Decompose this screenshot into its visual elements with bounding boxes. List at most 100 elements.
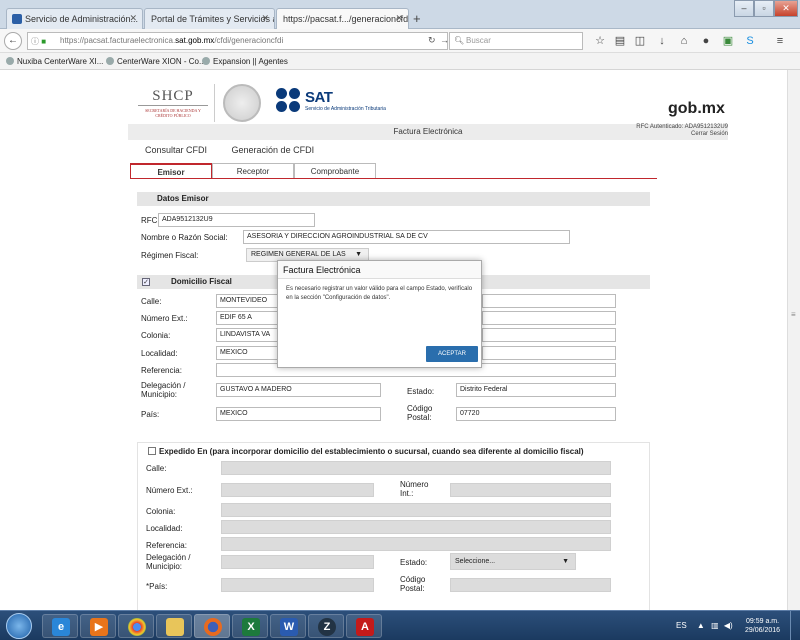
bookmark-nuxiba[interactable]: Nuxiba CenterWare XI... — [6, 53, 103, 70]
taskbar-chrome[interactable] — [118, 614, 154, 638]
new-tab-button[interactable]: + — [413, 11, 421, 26]
logo-divider — [214, 84, 215, 122]
sat-logo-dot — [276, 101, 287, 112]
start-button[interactable] — [6, 613, 32, 639]
cp-field[interactable]: 07720 — [456, 407, 616, 421]
tab-label: Servicio de Administración... — [25, 14, 139, 24]
exp-localidad-field[interactable] — [221, 520, 611, 534]
calle-field[interactable]: MONTEVIDEO — [216, 294, 278, 308]
bookmark-star-icon[interactable]: ☆ — [594, 35, 606, 47]
section-datos-emisor: Datos Emisor — [137, 192, 650, 206]
nombre-field[interactable]: ASESORIA Y DIRECCION AGROINDUSTRIAL SA D… — [243, 230, 570, 244]
exp-numint-field[interactable] — [450, 483, 611, 497]
addon-icon[interactable]: ▣ — [722, 35, 734, 47]
expedido-checkbox[interactable] — [148, 447, 156, 455]
taskbar-firefox[interactable] — [194, 614, 230, 638]
exp-pais-field[interactable] — [221, 578, 374, 592]
tab-receptor[interactable]: Receptor — [212, 163, 294, 179]
tab-emisor[interactable]: Emisor — [130, 163, 212, 179]
taskbar: e ▶ X W Z A ES ▲ ▥ ◀) 09:59 a.m. 29/06/2… — [0, 610, 800, 640]
vertical-scrollbar[interactable]: ≡ — [787, 70, 800, 610]
volume-icon[interactable]: ◀) — [724, 621, 733, 630]
sat-favicon-icon — [12, 14, 22, 24]
address-bar[interactable]: https://pacsat.facturaelectronica.sat.go… — [27, 32, 448, 50]
colonia-field[interactable]: LINDAVISTA VA — [216, 328, 278, 342]
back-button[interactable]: ← — [4, 32, 22, 50]
menu-icon[interactable]: ≡ — [774, 35, 786, 47]
search-input[interactable]: 🔍︎ Buscar — [449, 32, 583, 50]
taskbar-app-z[interactable]: Z — [308, 614, 344, 638]
dropdown-arrow-icon[interactable]: → — [440, 35, 449, 45]
regimen-value: REGIMEN GENERAL DE LAS — [251, 251, 346, 258]
close-tab-icon[interactable]: ✕ — [261, 13, 269, 24]
tab-servicio-administracion[interactable]: Servicio de Administración... ✕ — [6, 8, 143, 29]
exp-colonia-field[interactable] — [221, 503, 611, 517]
localidad-field[interactable]: MEXICO — [216, 346, 278, 360]
calle-field-right[interactable] — [482, 294, 616, 308]
reading-list-icon[interactable]: ▤ — [614, 35, 626, 47]
taskbar-word[interactable]: W — [270, 614, 306, 638]
menu-generacion-cfdi[interactable]: Generación de CFDI — [232, 145, 315, 155]
site-info-icons[interactable]: ⓘ ■ — [31, 36, 46, 47]
maximize-button[interactable]: ▫ — [754, 0, 774, 17]
taskbar-media-player[interactable]: ▶ — [80, 614, 116, 638]
pais-field[interactable]: MEXICO — [216, 407, 381, 421]
domicilio-checkbox[interactable]: ✓ — [142, 278, 150, 286]
numint-field[interactable] — [482, 311, 616, 325]
clock-time: 09:59 a.m. — [745, 618, 780, 625]
tab-comprobante[interactable]: Comprobante — [294, 163, 376, 179]
acrobat-icon: A — [356, 618, 374, 636]
estado-field[interactable]: Distrito Federal — [456, 383, 616, 397]
colonia-field-right[interactable] — [482, 328, 616, 342]
taskbar-acrobat[interactable]: A — [346, 614, 382, 638]
exp-estado-select[interactable]: Seleccione... ▼ — [450, 553, 576, 570]
delegacion-field[interactable]: GUSTAVO A MADERO — [216, 383, 381, 397]
home-icon[interactable]: ⌂ — [678, 35, 690, 47]
network-icon[interactable]: ▥ — [711, 621, 719, 630]
rfc-field[interactable]: ADA9512132U9 — [158, 213, 315, 227]
close-tab-icon[interactable]: ✕ — [129, 13, 137, 24]
taskbar-excel[interactable]: X — [232, 614, 268, 638]
pocket-icon[interactable]: ◫ — [634, 35, 646, 47]
search-placeholder: Buscar — [466, 36, 491, 45]
minimize-button[interactable]: – — [734, 0, 754, 17]
show-desktop-button[interactable] — [790, 611, 800, 640]
word-icon: W — [280, 618, 298, 636]
logout-link[interactable]: Cerrar Sesión — [580, 131, 728, 138]
accept-button[interactable]: ACEPTAR — [426, 346, 478, 362]
exp-delegacion-field[interactable] — [221, 555, 374, 569]
tray-arrow-icon[interactable]: ▲ — [697, 621, 705, 630]
exp-referencia-label: Referencia: — [146, 541, 187, 550]
exp-referencia-field[interactable] — [221, 537, 611, 551]
info-icon[interactable]: ⓘ — [31, 37, 39, 46]
skype-icon[interactable]: S — [744, 35, 756, 47]
bookmark-expansion[interactable]: Expansion || Agentes — [202, 53, 288, 70]
sat-logo-dot — [289, 88, 300, 99]
exp-delegacion-label: Delegación / Municipio: — [146, 553, 191, 571]
tab-generacioncfdi[interactable]: https://pacsat.f.../generacioncfdi ✕ — [276, 8, 409, 29]
numext-field[interactable]: EDIF 65 A — [216, 311, 278, 325]
internet-explorer-icon: e — [52, 618, 70, 636]
tab-portal-tramites[interactable]: Portal de Trámites y Servicios a... ✕ — [144, 8, 275, 29]
bookmark-centerware[interactable]: CenterWare XION - Co... — [106, 53, 206, 70]
scroll-grip-icon[interactable]: ≡ — [791, 310, 796, 319]
localidad-field-right[interactable] — [482, 346, 616, 360]
language-indicator[interactable]: ES — [676, 621, 687, 630]
chat-icon[interactable]: ● — [700, 35, 712, 47]
reload-icon[interactable]: ↻ — [428, 35, 436, 46]
globe-icon — [202, 57, 210, 65]
exp-cp-field[interactable] — [450, 578, 611, 592]
download-icon[interactable]: ↓ — [656, 35, 668, 47]
menu-consultar-cfdi[interactable]: Consultar CFDI — [145, 145, 207, 155]
taskbar-ie[interactable]: e — [42, 614, 78, 638]
close-window-button[interactable]: ✕ — [774, 0, 798, 17]
estado-label: Estado: — [407, 387, 435, 396]
bookmarks-bar: Nuxiba CenterWare XI... CenterWare XION … — [0, 53, 800, 70]
exp-numext-field[interactable] — [221, 483, 374, 497]
clock[interactable]: 09:59 a.m. 29/06/2016 — [745, 617, 780, 635]
tab-label: https://pacsat.f.../generacioncfdi — [283, 14, 409, 24]
taskbar-explorer[interactable] — [156, 614, 192, 638]
exp-calle-field[interactable] — [221, 461, 611, 475]
exp-numint-label: Número Int.: — [400, 480, 429, 498]
close-tab-icon[interactable]: ✕ — [395, 13, 403, 24]
